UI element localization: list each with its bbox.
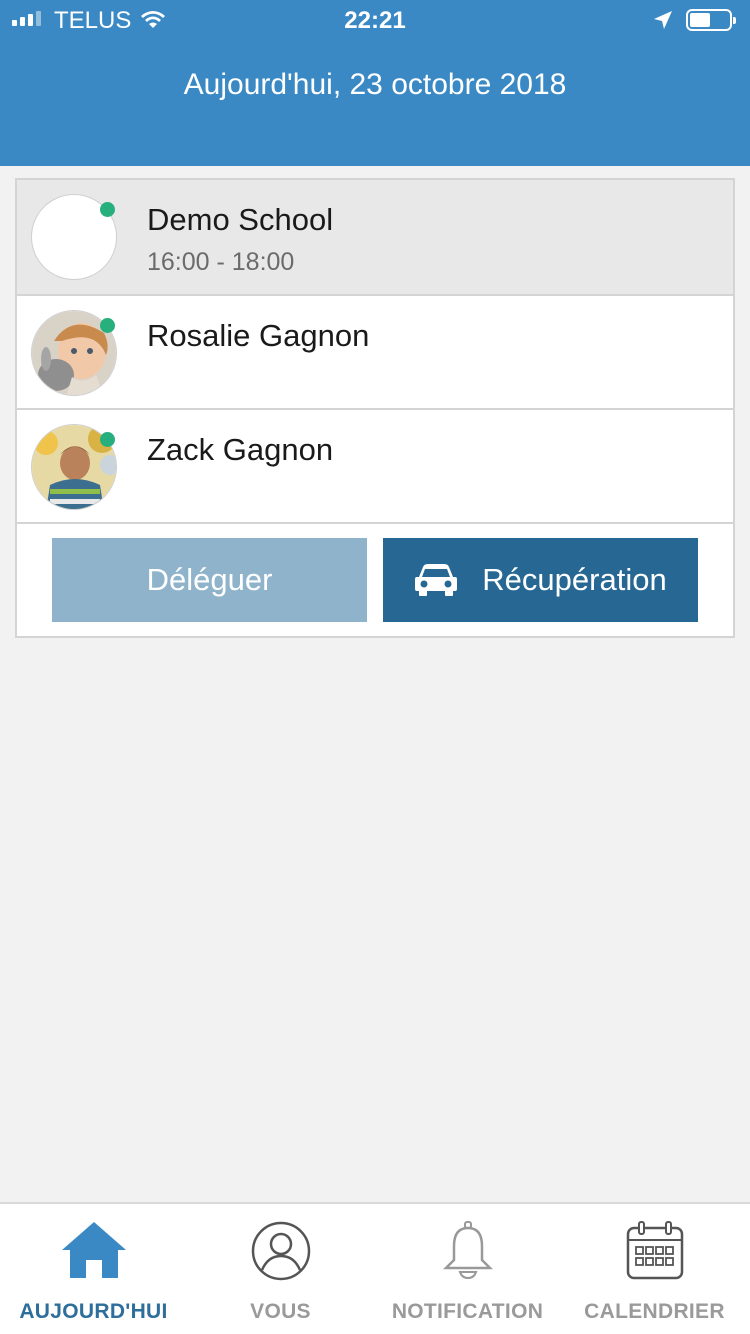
location-arrow-icon <box>654 11 672 29</box>
tab-label: NOTIFICATION <box>391 1300 544 1323</box>
tab-notification[interactable]: NOTIFICATION <box>374 1204 561 1334</box>
user-icon <box>251 1221 310 1281</box>
tab-bar: AUJOURD'HUI VOUS NOTIFICATION CALENDRIER <box>0 1202 750 1334</box>
child-row[interactable]: Rosalie Gagnon <box>17 296 733 410</box>
school-hours: 16:00 - 18:00 <box>147 248 295 276</box>
attendance-card: Demo School 16:00 - 18:00 Rosalie Gagnon <box>15 178 735 638</box>
school-row[interactable]: Demo School 16:00 - 18:00 <box>17 180 733 296</box>
presence-indicator <box>100 432 115 447</box>
action-bar: Déléguer Récupération <box>17 524 733 636</box>
battery-icon <box>686 9 736 31</box>
child-row[interactable]: Zack Gagnon <box>17 410 733 524</box>
tab-today[interactable]: AUJOURD'HUI <box>0 1204 187 1334</box>
child-name: Rosalie Gagnon <box>147 318 370 353</box>
pickup-button[interactable]: Récupération <box>383 538 698 622</box>
status-time: 22:21 <box>344 7 406 34</box>
header: TELUS 22:21 Aujourd'hui, 23 octobre 2018 <box>0 0 750 166</box>
page-title: Aujourd'hui, 23 octobre 2018 <box>183 68 567 101</box>
school-name: Demo School <box>147 202 334 237</box>
delegate-button[interactable]: Déléguer <box>52 538 367 622</box>
delegate-button-label: Déléguer <box>146 562 273 597</box>
child-name: Zack Gagnon <box>147 432 334 467</box>
calendar-icon <box>626 1221 683 1280</box>
home-icon <box>61 1222 126 1278</box>
tab-calendar[interactable]: CALENDRIER <box>561 1204 748 1334</box>
status-bar: TELUS 22:21 <box>0 0 750 40</box>
car-icon <box>415 564 458 596</box>
pickup-button-label: Récupération <box>482 562 667 597</box>
tab-label: CALENDRIER <box>584 1300 725 1323</box>
tab-label: AUJOURD'HUI <box>19 1300 168 1323</box>
presence-indicator <box>100 318 115 333</box>
bell-icon <box>442 1221 493 1280</box>
tab-label: VOUS <box>250 1300 311 1323</box>
tab-you[interactable]: VOUS <box>187 1204 374 1334</box>
presence-indicator <box>100 202 115 217</box>
